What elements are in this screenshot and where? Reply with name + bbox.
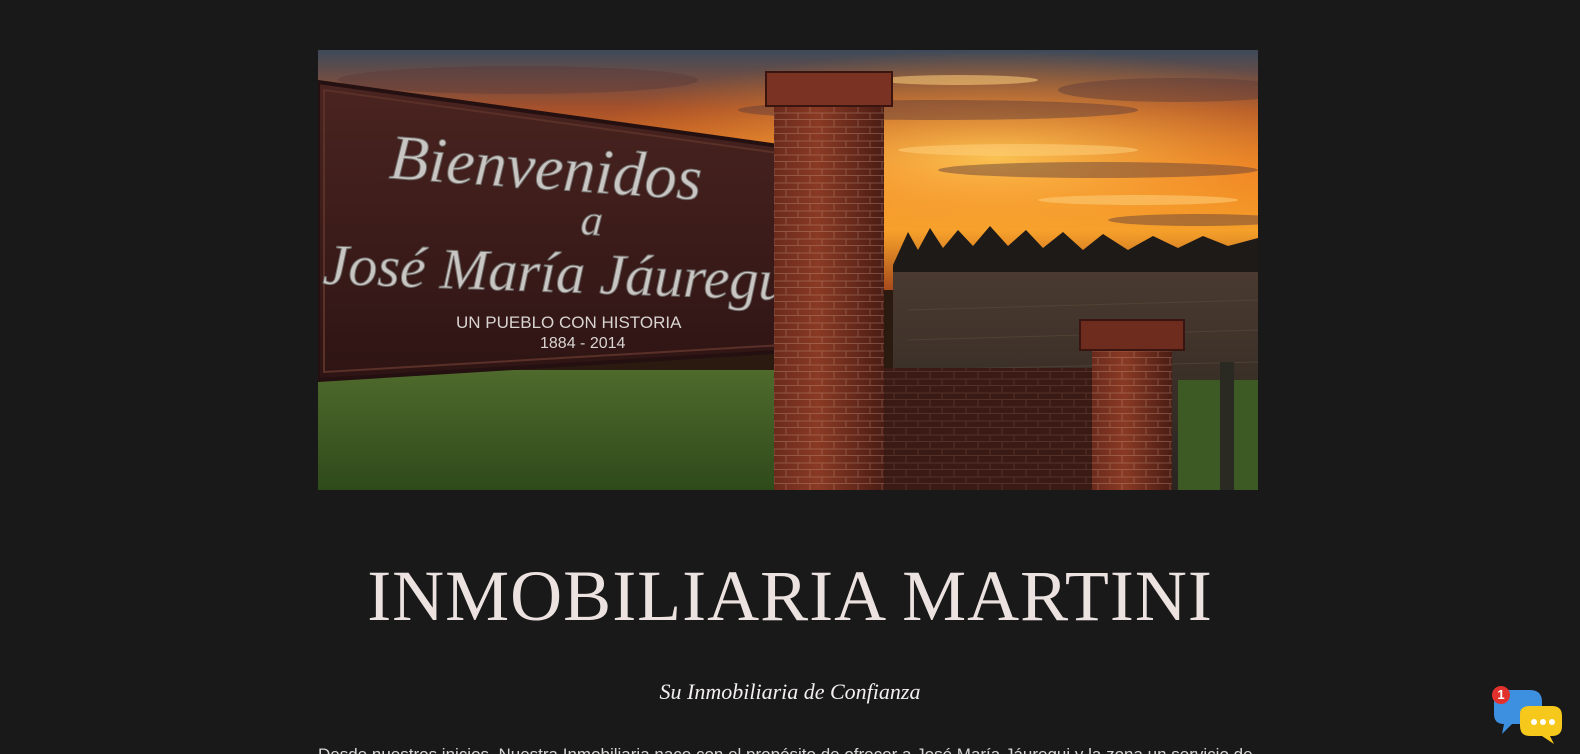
sign-text-line-4: UN PUEBLO CON HISTORIA (456, 313, 682, 332)
sign-text-line-2: a (579, 195, 604, 245)
chat-widget-button[interactable]: 1 (1490, 686, 1566, 746)
intro-paragraph: Desde nuestros inicios, Nuestra Inmobili… (318, 744, 1258, 754)
hero-image: Bienvenidos a José María Jáuregui UN PUE… (318, 50, 1258, 490)
site-title: INMOBILIARIA MARTINI (367, 556, 1213, 636)
page: Bienvenidos a José María Jáuregui UN PUE… (0, 0, 1580, 754)
hero-photo: Bienvenidos a José María Jáuregui UN PUE… (318, 50, 1258, 490)
sign-text-line-5: 1884 - 2014 (540, 335, 626, 352)
chat-notification-badge: 1 (1492, 686, 1510, 704)
site-tagline: Su Inmobiliaria de Confianza (659, 679, 921, 704)
